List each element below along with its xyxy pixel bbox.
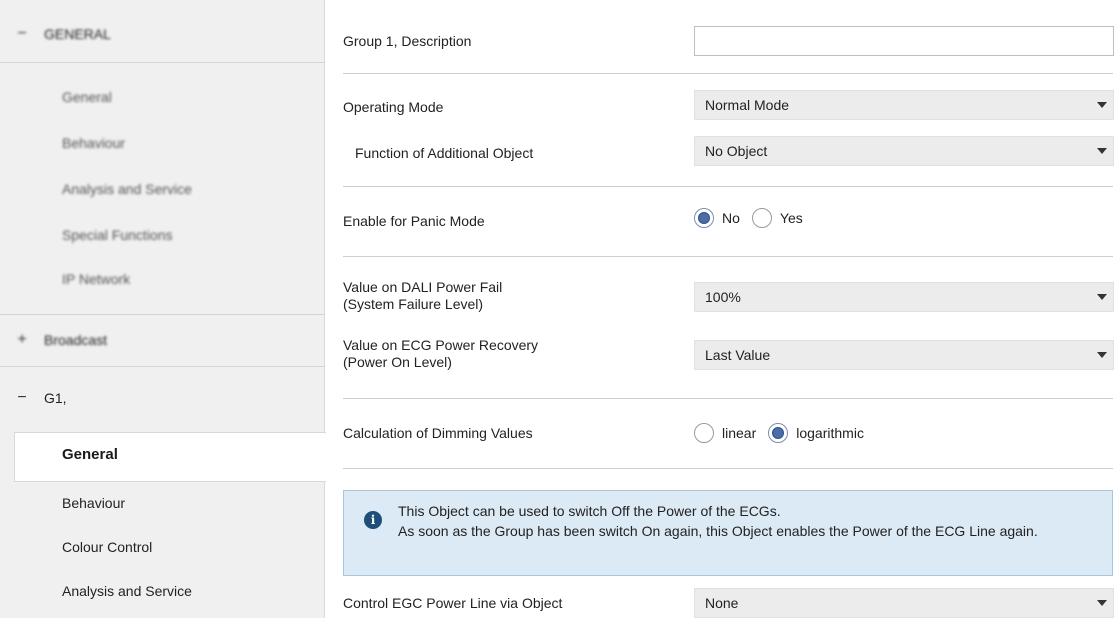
- sidebar-item-special-functions[interactable]: Special Functions: [62, 220, 173, 250]
- sidebar: − GENERAL General Behaviour Analysis and…: [0, 0, 326, 618]
- sidebar-divider: [0, 314, 325, 315]
- dropdown-arrow-icon: [1097, 600, 1107, 606]
- select-value: None: [705, 595, 739, 611]
- sidebar-group-g1[interactable]: − G1,: [0, 374, 325, 422]
- power-line-select[interactable]: None: [694, 588, 1114, 618]
- divider: [343, 398, 1113, 399]
- power-recovery-select[interactable]: Last Value: [694, 340, 1114, 370]
- select-value: No Object: [705, 143, 768, 159]
- additional-object-label: Function of Additional Object: [355, 144, 534, 161]
- sidebar-item-general-active[interactable]: [14, 432, 326, 482]
- dimming-label: Calculation of Dimming Values: [343, 424, 533, 441]
- divider: [343, 73, 1113, 74]
- sidebar-divider: [0, 366, 325, 367]
- radio-logarithmic[interactable]: [768, 423, 789, 443]
- select-value: Normal Mode: [705, 97, 790, 113]
- sidebar-divider: [0, 62, 325, 63]
- collapse-icon[interactable]: −: [0, 25, 44, 43]
- power-fail-label-line2: (System Failure Level): [343, 296, 484, 312]
- power-fail-label: Value on DALI Power Fail (System Failure…: [343, 279, 695, 313]
- sidebar-item-general[interactable]: General: [62, 82, 112, 112]
- dropdown-arrow-icon: [1097, 294, 1107, 300]
- sidebar-item-behaviour[interactable]: Behaviour: [62, 488, 125, 518]
- radio-yes-label[interactable]: Yes: [780, 210, 803, 226]
- sidebar-group-broadcast[interactable]: + Broadcast: [0, 316, 325, 364]
- select-value: 100%: [705, 289, 741, 305]
- sidebar-group-label: GENERAL: [44, 26, 111, 42]
- sidebar-item-ip-network[interactable]: IP Network: [62, 264, 130, 294]
- parameter-panel: Group 1, Description Operating Mode Norm…: [325, 0, 1115, 618]
- radio-linear-label[interactable]: linear: [722, 425, 756, 441]
- power-fail-label-line1: Value on DALI Power Fail: [343, 279, 503, 295]
- power-recovery-label: Value on ECG Power Recovery (Power On Le…: [343, 337, 695, 371]
- panic-mode-radio-group: No Yes: [694, 208, 815, 228]
- select-value: Last Value: [705, 347, 771, 363]
- dropdown-arrow-icon: [1097, 352, 1107, 358]
- operating-mode-select[interactable]: Normal Mode: [694, 90, 1114, 120]
- info-icon: i: [364, 511, 382, 529]
- power-fail-select[interactable]: 100%: [694, 282, 1114, 312]
- radio-logarithmic-label[interactable]: logarithmic: [796, 425, 864, 441]
- additional-object-select[interactable]: No Object: [694, 136, 1114, 166]
- power-line-label: Control EGC Power Line via Object: [343, 594, 563, 611]
- panic-mode-label: Enable for Panic Mode: [343, 212, 485, 229]
- sidebar-item-colour-control[interactable]: Colour Control: [62, 532, 152, 562]
- power-recovery-label-line2: (Power On Level): [343, 354, 452, 370]
- sidebar-group-label: Broadcast: [44, 332, 108, 348]
- info-text: This Object can be used to switch Off th…: [398, 501, 1110, 541]
- sidebar-group-general[interactable]: − GENERAL: [0, 10, 325, 58]
- radio-yes[interactable]: [751, 208, 772, 228]
- radio-linear[interactable]: [694, 423, 714, 443]
- divider: [343, 186, 1113, 187]
- dropdown-arrow-icon: [1097, 148, 1107, 154]
- divider: [343, 468, 1113, 469]
- expand-icon[interactable]: +: [0, 331, 44, 349]
- info-line2: As soon as the Group has been switch On …: [398, 523, 1038, 539]
- radio-no-label[interactable]: No: [722, 210, 740, 226]
- collapse-icon[interactable]: −: [0, 389, 44, 407]
- sidebar-item-analysis-service[interactable]: Analysis and Service: [62, 174, 192, 204]
- description-input[interactable]: [694, 26, 1114, 56]
- dimming-radio-group: linear logarithmic: [694, 423, 876, 443]
- dropdown-arrow-icon: [1097, 102, 1107, 108]
- power-recovery-label-line1: Value on ECG Power Recovery: [343, 337, 539, 353]
- description-label: Group 1, Description: [343, 32, 472, 49]
- operating-mode-label: Operating Mode: [343, 98, 444, 115]
- sidebar-group-label: G1,: [44, 390, 67, 406]
- info-box: i This Object can be used to switch Off …: [343, 490, 1113, 576]
- sidebar-item-analysis-service[interactable]: Analysis and Service: [62, 576, 192, 606]
- divider: [343, 256, 1113, 257]
- radio-no[interactable]: [694, 208, 714, 228]
- sidebar-item-label: General: [62, 446, 118, 463]
- sidebar-item-behaviour[interactable]: Behaviour: [62, 128, 125, 158]
- info-line1: This Object can be used to switch Off th…: [398, 503, 781, 519]
